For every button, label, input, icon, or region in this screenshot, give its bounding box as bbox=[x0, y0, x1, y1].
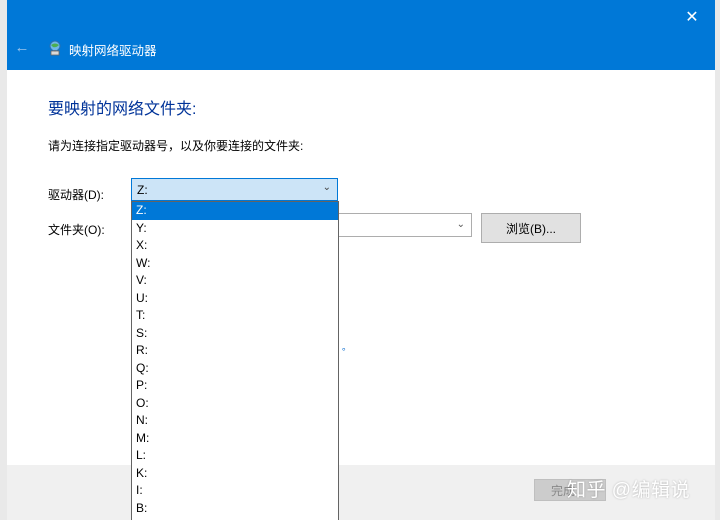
drive-option[interactable]: L: bbox=[132, 447, 338, 465]
drive-option[interactable]: S: bbox=[132, 325, 338, 343]
drive-option[interactable]: P: bbox=[132, 377, 338, 395]
drive-option[interactable]: K: bbox=[132, 465, 338, 483]
partially-hidden-link-text: 。 bbox=[342, 342, 352, 352]
map-network-drive-dialog: ✕ ← 映射网络驱动器 要映射的网络文件夹: 请为连接指定驱动器号，以及你要连接… bbox=[7, 0, 715, 520]
drive-selected-value: Z: bbox=[137, 183, 148, 197]
window-left-border bbox=[0, 0, 7, 520]
zhihu-watermark: 知乎 @编辑说 bbox=[567, 480, 691, 501]
window-right-border bbox=[715, 0, 720, 520]
drive-option[interactable]: V: bbox=[132, 272, 338, 290]
drive-option[interactable]: Q: bbox=[132, 360, 338, 378]
drive-letter-dropdown-list[interactable]: Z: Y: X: W: V: U: T: S: R: Q: P: O: N: M: L: K: I: B: bbox=[131, 201, 339, 520]
drive-option[interactable]: I: bbox=[132, 482, 338, 500]
back-button[interactable]: ← bbox=[13, 38, 31, 56]
dialog-footer: 完成 知乎 @编辑说 bbox=[7, 465, 715, 520]
chevron-down-icon: ⌄ bbox=[322, 182, 331, 193]
title-bar: ✕ ← 映射网络驱动器 bbox=[7, 0, 715, 70]
drive-option[interactable]: T: bbox=[132, 307, 338, 325]
browse-button[interactable]: 浏览(B)... bbox=[481, 213, 581, 243]
drive-label: 驱动器(D): bbox=[48, 188, 104, 202]
drive-option[interactable]: M: bbox=[132, 430, 338, 448]
network-drive-icon bbox=[49, 40, 61, 56]
drive-option[interactable]: Y: bbox=[132, 220, 338, 238]
chevron-down-icon: ⌄ bbox=[456, 219, 465, 230]
back-arrow-icon: ← bbox=[14, 38, 30, 56]
drive-option[interactable]: N: bbox=[132, 412, 338, 430]
drive-option[interactable]: X: bbox=[132, 237, 338, 255]
close-icon: ✕ bbox=[685, 9, 699, 26]
drive-option[interactable]: Z: bbox=[132, 202, 338, 220]
dialog-content: 要映射的网络文件夹: 请为连接指定驱动器号，以及你要连接的文件夹: 驱动器(D)… bbox=[7, 70, 715, 465]
folder-label: 文件夹(O): bbox=[48, 223, 105, 237]
drive-option[interactable]: B: bbox=[132, 500, 338, 518]
page-heading: 要映射的网络文件夹: bbox=[48, 101, 197, 118]
close-button[interactable]: ✕ bbox=[673, 2, 711, 32]
window-title: 映射网络驱动器 bbox=[69, 44, 157, 58]
instruction-text: 请为连接指定驱动器号，以及你要连接的文件夹: bbox=[48, 139, 304, 153]
drive-option[interactable]: O: bbox=[132, 395, 338, 413]
drive-option[interactable]: U: bbox=[132, 290, 338, 308]
drive-letter-select[interactable]: Z: ⌄ bbox=[131, 178, 338, 201]
drive-option[interactable]: R: bbox=[132, 342, 338, 360]
drive-option[interactable]: W: bbox=[132, 255, 338, 273]
